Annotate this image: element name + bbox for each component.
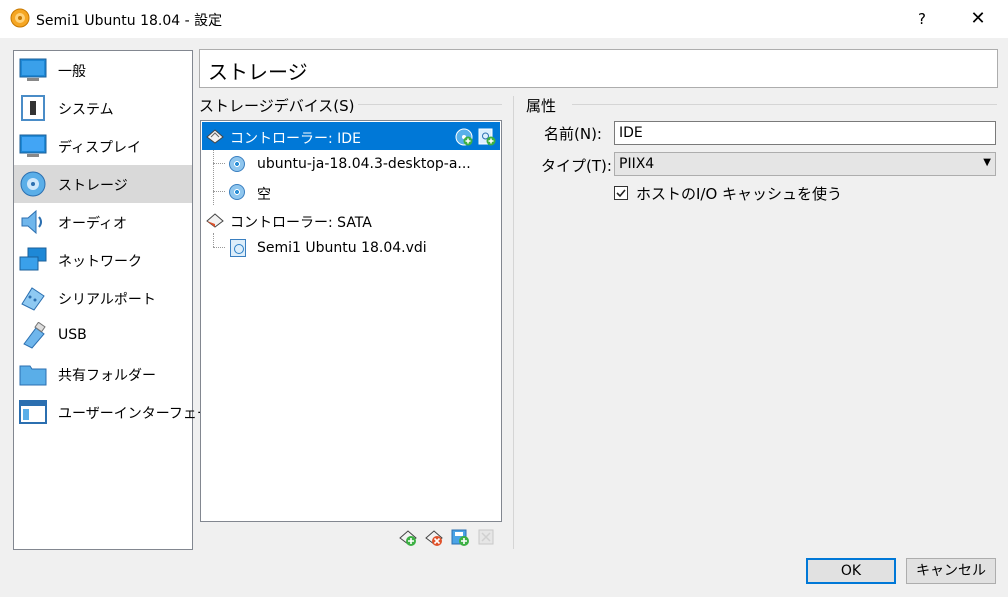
network-icon: [19, 247, 47, 271]
sidebar-item-label: ストレージ: [58, 178, 128, 194]
attributes-group-title: 属性: [526, 95, 561, 116]
sidebar-item-usb[interactable]: USB: [14, 317, 192, 355]
sidebar-item-label: シリアルポート: [58, 292, 156, 308]
sidebar-item-label: 一般: [58, 64, 86, 80]
hostio-cache-label[interactable]: ホストのI/O キャッシュを使う: [636, 183, 842, 204]
virtualbox-app-icon: [10, 8, 30, 28]
tree-connector: [213, 247, 225, 249]
tree-row-label: 空: [257, 187, 271, 203]
remove-attachment-icon: [478, 529, 494, 545]
add-hard-disk-icon[interactable]: [477, 127, 497, 147]
name-label: 名前(N):: [544, 125, 602, 143]
ok-button[interactable]: OK: [806, 558, 896, 584]
tree-row-hdd-vdi[interactable]: Semi1 Ubuntu 18.04.vdi: [225, 234, 500, 262]
tree-row-label: Semi1 Ubuntu 18.04.vdi: [257, 240, 427, 256]
type-select-value: PIIX4: [619, 156, 655, 172]
remove-controller-icon[interactable]: [424, 527, 444, 547]
sidebar-item-label: 共有フォルダー: [58, 368, 156, 384]
tree-row-optical-empty[interactable]: 空: [225, 178, 500, 206]
window-title: Semi1 Ubuntu 18.04 - 設定: [36, 13, 223, 29]
sidebar-item-display[interactable]: ディスプレイ: [14, 127, 192, 165]
storage-group-rule: [356, 104, 502, 105]
storage-devices-group-title: ストレージデバイス(S): [199, 95, 359, 116]
add-attachment-icon[interactable]: [450, 527, 470, 547]
speaker-icon: [21, 209, 42, 235]
chevron-down-icon: ▼: [983, 157, 991, 168]
serial-port-icon: [21, 287, 45, 311]
add-optical-drive-icon[interactable]: [454, 127, 474, 147]
sidebar-item-label: USB: [58, 327, 87, 343]
sidebar-item-label: ネットワーク: [58, 254, 142, 270]
usb-icon: [23, 322, 46, 349]
close-button[interactable]: ✕: [958, 4, 998, 34]
sidebar-item-label: オーディオ: [58, 216, 128, 232]
sidebar-item-network[interactable]: ネットワーク: [14, 241, 192, 279]
tree-row-label: ubuntu-ja-18.04.3-desktop-a...: [257, 156, 471, 172]
page-title-box: ストレージ: [199, 49, 998, 88]
chip-icon: [21, 95, 45, 121]
add-controller-icon[interactable]: [398, 527, 418, 547]
cancel-button[interactable]: キャンセル: [906, 558, 996, 584]
type-label: タイプ(T):: [541, 157, 612, 175]
optical-disc-icon: [229, 184, 245, 200]
sidebar-item-label: システム: [58, 102, 114, 118]
storage-icon: [20, 171, 46, 197]
panel-separator: [513, 96, 514, 549]
sidebar-item-user-interface[interactable]: ユーザーインターフェース: [14, 393, 224, 431]
sidebar-item-general[interactable]: 一般: [14, 51, 192, 89]
monitor-icon: [19, 58, 47, 81]
title-bar: Semi1 Ubuntu 18.04 - 設定 ? ✕: [0, 0, 1008, 38]
tree-connector: [213, 233, 215, 247]
ui-icon: [19, 400, 47, 424]
tree-row-optical-ubuntu-iso[interactable]: ubuntu-ja-18.04.3-desktop-a...: [225, 150, 500, 178]
tree-row-label: コントローラー: SATA: [230, 215, 372, 231]
sidebar-item-label: ディスプレイ: [58, 140, 142, 156]
settings-category-list: 一般 システム ディスプレイ ストレージ オーディオ ネットワーク シリアルポー…: [13, 50, 224, 550]
tree-row-label: コントローラー: IDE: [230, 131, 361, 147]
name-field[interactable]: [614, 121, 996, 145]
sidebar-item-storage[interactable]: ストレージ: [14, 165, 192, 203]
sidebar-item-system[interactable]: システム: [14, 89, 192, 127]
tree-connector: [213, 149, 215, 205]
checkmark-icon: [616, 189, 626, 198]
optical-disc-icon: [229, 156, 245, 172]
sidebar-item-serial-port[interactable]: シリアルポート: [14, 279, 192, 317]
controller-icon: [206, 213, 224, 228]
display-icon: [19, 134, 47, 157]
help-button[interactable]: ?: [905, 4, 939, 34]
tree-connector: [213, 163, 225, 165]
sidebar-item-shared-folders[interactable]: 共有フォルダー: [14, 355, 192, 393]
attributes-group-rule: [572, 104, 997, 105]
hostio-cache-checkbox[interactable]: [614, 186, 628, 200]
storage-tree[interactable]: コントローラー: IDE ubuntu-ja-18.04.3-desktop-a…: [200, 120, 502, 522]
page-title: ストレージ: [208, 60, 308, 84]
tree-row-controller-ide[interactable]: コントローラー: IDE: [202, 122, 500, 150]
controller-icon: [206, 129, 224, 144]
tree-row-controller-sata[interactable]: コントローラー: SATA: [202, 206, 500, 234]
sidebar-item-audio[interactable]: オーディオ: [14, 203, 192, 241]
type-select[interactable]: PIIX4 ▼: [614, 152, 996, 176]
tree-connector: [213, 191, 225, 193]
folder-icon: [19, 365, 47, 386]
hard-disk-icon: [230, 239, 246, 257]
